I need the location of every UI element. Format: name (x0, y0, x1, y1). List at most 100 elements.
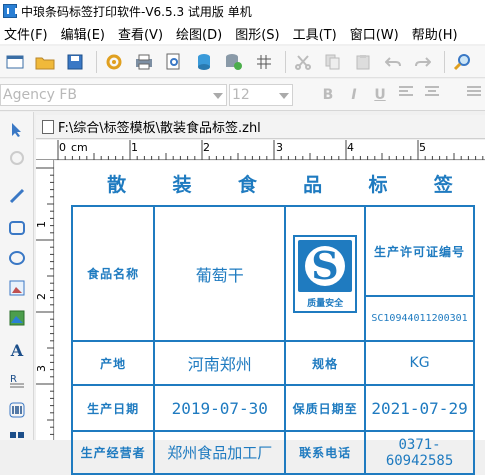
menu-shape[interactable]: 图形(S) (231, 24, 283, 43)
ruler-label-1: 1 (131, 141, 138, 154)
menu-view[interactable]: 查看(V) (114, 24, 167, 43)
title-char: 装 (172, 174, 192, 196)
database-settings-icon[interactable] (221, 49, 247, 75)
license-value[interactable]: SC10944011200301 (364, 295, 475, 342)
spec-value[interactable]: KG (364, 340, 475, 386)
main-toolbar (0, 46, 485, 78)
text-tool-icon[interactable]: A (5, 338, 29, 362)
chevron-down-icon (213, 93, 223, 99)
label-title[interactable]: 散 装 食 品 标 签 (84, 170, 476, 198)
italic-icon[interactable]: I (344, 85, 364, 105)
font-size-select[interactable]: 12 (229, 84, 293, 106)
line-tool-icon[interactable] (5, 184, 29, 208)
font-size-value: 12 (232, 87, 250, 103)
expiry-date-value[interactable]: 2021-07-29 (364, 384, 475, 432)
qrcode-tool-icon[interactable] (5, 426, 29, 450)
food-name-label[interactable]: 食品名称 (70, 205, 156, 342)
database-icon[interactable] (191, 49, 217, 75)
select-pointer-icon[interactable] (5, 118, 29, 142)
title-char: 食 (237, 174, 257, 196)
title-char: 散 (107, 174, 127, 196)
menu-edit[interactable]: 编辑(E) (57, 24, 109, 43)
title-char: 标 (368, 174, 388, 196)
qs-logo-cell[interactable]: S 质量安全 (284, 205, 367, 342)
print-icon[interactable] (131, 49, 157, 75)
food-name-value[interactable]: 葡萄干 (153, 205, 287, 342)
undo-icon[interactable] (380, 49, 406, 75)
ruler-label-0: 0 (59, 141, 66, 154)
drawing-tools-panel: A R (0, 112, 34, 440)
save-icon[interactable] (62, 49, 88, 75)
ruler-left-label-1: 1 (35, 221, 48, 228)
rich-text-tool-icon[interactable]: R (5, 368, 29, 392)
print-preview-icon[interactable] (161, 49, 187, 75)
bold-icon[interactable]: B (318, 85, 338, 105)
ruler-label-3: 3 (276, 141, 283, 154)
ellipse-tool-icon[interactable] (5, 246, 29, 270)
picture-tool-icon[interactable] (5, 306, 29, 330)
copy-icon[interactable] (320, 49, 346, 75)
document-tab-name: F:\综合\标签模板\散装食品标签.zhl (58, 121, 261, 136)
font-name-select[interactable]: Agency FB (0, 84, 227, 106)
title-bar: 中琅条码标签打印软件-V6.5.3 试用版 单机 (0, 0, 485, 22)
align-justify-icon[interactable] (464, 85, 484, 105)
menu-draw[interactable]: 绘图(D) (172, 24, 226, 43)
title-char: 签 (433, 174, 453, 196)
rectangle-tool-icon[interactable] (5, 216, 29, 240)
settings-gear-icon[interactable] (101, 49, 127, 75)
new-file-icon[interactable] (2, 49, 28, 75)
ruler-label-4: 4 (347, 141, 354, 154)
svg-text:R: R (10, 374, 17, 385)
producer-value[interactable]: 郑州食品加工厂 (153, 430, 287, 475)
menu-help[interactable]: 帮助(H) (408, 24, 462, 43)
vertical-ruler: 1 2 3 (35, 160, 54, 440)
open-folder-icon[interactable] (32, 49, 58, 75)
spec-label[interactable]: 规格 (284, 340, 367, 386)
label-table: 食品名称 葡萄干 S 质量安全 生产许可证编号 SC10944011200301… (70, 205, 475, 475)
font-name-value: Agency FB (3, 87, 78, 103)
phone-value[interactable]: 0371-60942585 (364, 430, 475, 475)
production-date-label[interactable]: 生产日期 (70, 384, 156, 432)
app-logo-icon (3, 4, 17, 18)
producer-label[interactable]: 生产经营者 (70, 430, 156, 475)
rotate-icon[interactable] (5, 146, 29, 170)
grid-icon[interactable] (251, 49, 277, 75)
qs-quality-safety-icon: S 质量安全 (293, 234, 358, 313)
origin-value[interactable]: 河南郑州 (153, 340, 287, 386)
origin-label[interactable]: 产地 (70, 340, 156, 386)
document-tab[interactable]: F:\综合\标签模板\散装食品标签.zhl (36, 115, 485, 139)
image-tool-icon[interactable] (5, 276, 29, 300)
underline-icon[interactable]: U (370, 85, 390, 105)
toolbar-divider (444, 50, 445, 73)
horizontal-ruler: 0 cm 1 2 3 4 5 (54, 140, 485, 160)
expiry-date-label[interactable]: 保质日期至 (284, 384, 367, 432)
ruler-left-label-2: 2 (35, 293, 48, 300)
title-char: 品 (303, 174, 323, 196)
ruler-unit: cm (71, 141, 88, 154)
production-date-value[interactable]: 2019-07-30 (153, 384, 287, 432)
document-icon (42, 119, 54, 134)
qs-letter: S (311, 243, 338, 288)
paste-icon[interactable] (350, 49, 376, 75)
ruler-label-2: 2 (203, 141, 210, 154)
window-title: 中琅条码标签打印软件-V6.5.3 试用版 单机 (21, 4, 252, 19)
qs-logo-text: 质量安全 (307, 298, 344, 309)
menu-window[interactable]: 窗口(W) (346, 24, 403, 43)
menu-bar: 文件(F) 编辑(E) 查看(V) 绘图(D) 图形(S) 工具(T) 窗口(W… (0, 22, 485, 44)
license-label[interactable]: 生产许可证编号 (364, 205, 475, 297)
menu-file[interactable]: 文件(F) (0, 24, 52, 43)
align-center-icon[interactable] (422, 85, 442, 105)
ruler-left-label-3: 3 (35, 365, 48, 372)
format-toolbar: Agency FB 12 B I U (0, 79, 485, 111)
phone-label[interactable]: 联系电话 (284, 430, 367, 475)
toolbar-divider (285, 50, 286, 73)
menu-tools[interactable]: 工具(T) (289, 24, 341, 43)
toolbar-divider (96, 50, 97, 73)
ruler-corner (36, 140, 54, 160)
zoom-icon[interactable] (449, 49, 475, 75)
redo-icon[interactable] (410, 49, 436, 75)
barcode-tool-icon[interactable] (5, 398, 29, 422)
qs-badge: S (298, 239, 353, 292)
cut-icon[interactable] (290, 49, 316, 75)
align-left-icon[interactable] (396, 85, 416, 105)
